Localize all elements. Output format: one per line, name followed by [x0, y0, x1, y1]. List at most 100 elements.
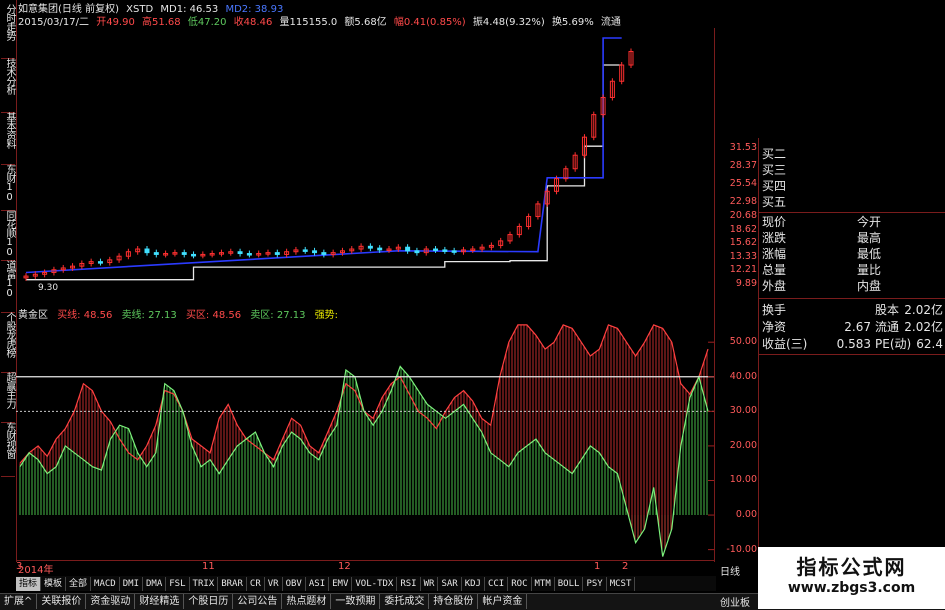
candle [191, 253, 197, 257]
indicator-chart-svg [16, 324, 714, 557]
indicator-tab-cr[interactable]: CR [247, 577, 265, 591]
stop-line-white [26, 64, 622, 281]
indicator-tick: 50.00 [729, 336, 757, 348]
bottom-tab-2[interactable]: 资金驱动 [86, 594, 136, 609]
left-tab-1[interactable]: 技术分析 [1, 56, 15, 113]
indicator-tick: 0.00 [735, 509, 757, 521]
quote-key-right: 量比 [857, 263, 882, 277]
stat-key-right: PE(动) [875, 337, 912, 351]
watermark-url: www.zbgs3.com [787, 580, 916, 596]
indicator-tab-roc[interactable]: ROC [508, 577, 532, 591]
indicator-tab-mtm[interactable]: MTM [532, 577, 555, 591]
indicator-tab-fsl[interactable]: FSL [166, 577, 190, 591]
bottom-tab-0[interactable]: 扩展^ [0, 594, 38, 609]
candle [433, 248, 439, 252]
indicator-chart[interactable] [16, 318, 714, 560]
time-label-0: 2014年 [18, 565, 54, 576]
price-tick: 15.62 [729, 237, 757, 248]
bid-label: 买四 [762, 179, 787, 193]
indicator-tab-obv[interactable]: OBV [283, 577, 306, 591]
indicator-tick: 20.00 [729, 439, 757, 451]
quote-key-left: 总量 [762, 263, 787, 277]
indicator-tab-asi[interactable]: ASI [306, 577, 330, 591]
indicator-tab-trix[interactable]: TRIX [190, 577, 219, 591]
bid-row: 买二 [759, 146, 945, 162]
bid-row: 买五 [759, 194, 945, 210]
stat-value-right: 62.4 [916, 337, 943, 351]
candle [302, 249, 308, 252]
price-chart[interactable]: 9.30 [16, 28, 714, 298]
left-tab-5[interactable]: 道富10 [1, 258, 15, 313]
value-axis: 31.53 28.37 25.54 22.98 20.68 18.62 15.62 13.33… [714, 28, 759, 562]
indicator-tab-kdj[interactable]: KDJ [462, 577, 485, 591]
indicator-tab-cci[interactable]: CCI [485, 577, 509, 591]
quote-amplitude: 振4.48(9.32%) [472, 17, 545, 28]
indicator-tab-rsi[interactable]: RSI [397, 577, 421, 591]
bid-label: 买三 [762, 163, 787, 177]
quote-status: 流通 [600, 17, 621, 28]
bottom-tab-6[interactable]: 热点题材 [282, 594, 332, 609]
indicator-tab-vr[interactable]: VR [265, 577, 283, 591]
indicator-tick: 10.00 [729, 474, 757, 486]
stat-key-right: 股本 [875, 303, 900, 317]
quote-volume: 量115155.0 [279, 17, 338, 28]
indicator-tab-psy[interactable]: PSY [583, 577, 607, 591]
left-tab-4[interactable]: 同花顺10 [1, 208, 15, 261]
indicator-tab-vol-tdx[interactable]: VOL-TDX [352, 577, 398, 591]
left-tab-7[interactable]: 超赢主力 [1, 370, 15, 423]
left-tab-8[interactable]: 东财视窗 [1, 420, 15, 477]
period-label[interactable]: 日线 [720, 563, 740, 578]
indicator-tab-macd[interactable]: MACD [91, 577, 120, 591]
separator [759, 354, 945, 355]
quote-row: 现价 今开 [759, 214, 945, 230]
indicator-tab-模板[interactable]: 模板 [41, 577, 67, 591]
quote-high: 高51.68 [142, 17, 181, 28]
bid-label: 买二 [762, 147, 787, 161]
bottom-tab-3[interactable]: 财经精选 [135, 594, 185, 609]
time-label-4: 2 [622, 561, 629, 572]
indicator-tab-全部[interactable]: 全部 [66, 577, 92, 591]
indicator-tab-dmi[interactable]: DMI [120, 577, 143, 591]
bottom-tab-5[interactable]: 公司公告 [233, 594, 283, 609]
quote-key-left: 涨幅 [762, 247, 787, 261]
indicator-tab-指标[interactable]: 指标 [16, 577, 42, 591]
price-tick: 18.62 [729, 224, 757, 235]
left-tab-6[interactable]: 个股龙虎榜 [1, 310, 15, 373]
bottom-tab-1[interactable]: 关联报价 [37, 594, 87, 609]
indicator-tab-dma[interactable]: DMA [143, 577, 167, 591]
price-low-label: 9.30 [38, 283, 59, 293]
price-tick: 22.98 [729, 196, 757, 207]
indicator-tab-brar[interactable]: BRAR [218, 577, 247, 591]
quote-key-right: 内盘 [857, 279, 882, 293]
stat-key: 收益(三) [762, 337, 808, 351]
bottom-tab-10[interactable]: 帐户资金 [478, 594, 528, 609]
site-watermark: 指标公式网 www.zbgs3.com [758, 547, 945, 609]
stat-row: 收益(三) 0.583 PE(动) 62.4 [759, 336, 945, 352]
bid-row: 买三 [759, 162, 945, 178]
indicator-tab-boll[interactable]: BOLL [555, 577, 584, 591]
left-tab-2[interactable]: 基本资料 [1, 110, 15, 165]
left-tab-0[interactable]: 分时走势 [1, 2, 15, 59]
candle [377, 247, 383, 251]
left-tab-column: 分时走势 技术分析 基本资料 东财10 同花顺10 道富10 个股龙虎榜 超赢主力 东财视窗 [0, 0, 17, 562]
quote-key-left: 涨跌 [762, 231, 787, 245]
price-chart-svg [23, 37, 634, 281]
indicator-tick: -10.00 [726, 543, 757, 555]
left-tab-3[interactable]: 东财10 [1, 162, 15, 211]
stat-key: 换手 [762, 303, 787, 317]
bottom-tab-8[interactable]: 委托成交 [380, 594, 430, 609]
candle [274, 252, 280, 255]
indicator-tab-sar[interactable]: SAR [438, 577, 462, 591]
quote-row: 涨跌 最高 [759, 230, 945, 246]
watermark-title: 指标公式网 [796, 555, 907, 579]
quote-key-right: 最高 [857, 231, 882, 245]
indicator-tab-mcst[interactable]: MCST [607, 577, 636, 591]
bottom-tab-9[interactable]: 持仓股份 [429, 594, 479, 609]
quote-key-right: 最低 [857, 247, 882, 261]
bottom-tab-4[interactable]: 个股日历 [184, 594, 234, 609]
quote-row: 外盘 内盘 [759, 278, 945, 294]
bottom-tab-7[interactable]: 一致预期 [331, 594, 381, 609]
indicator-tab-emv[interactable]: EMV [329, 577, 353, 591]
indicator-tab-wr[interactable]: WR [421, 577, 439, 591]
candle [405, 246, 411, 252]
